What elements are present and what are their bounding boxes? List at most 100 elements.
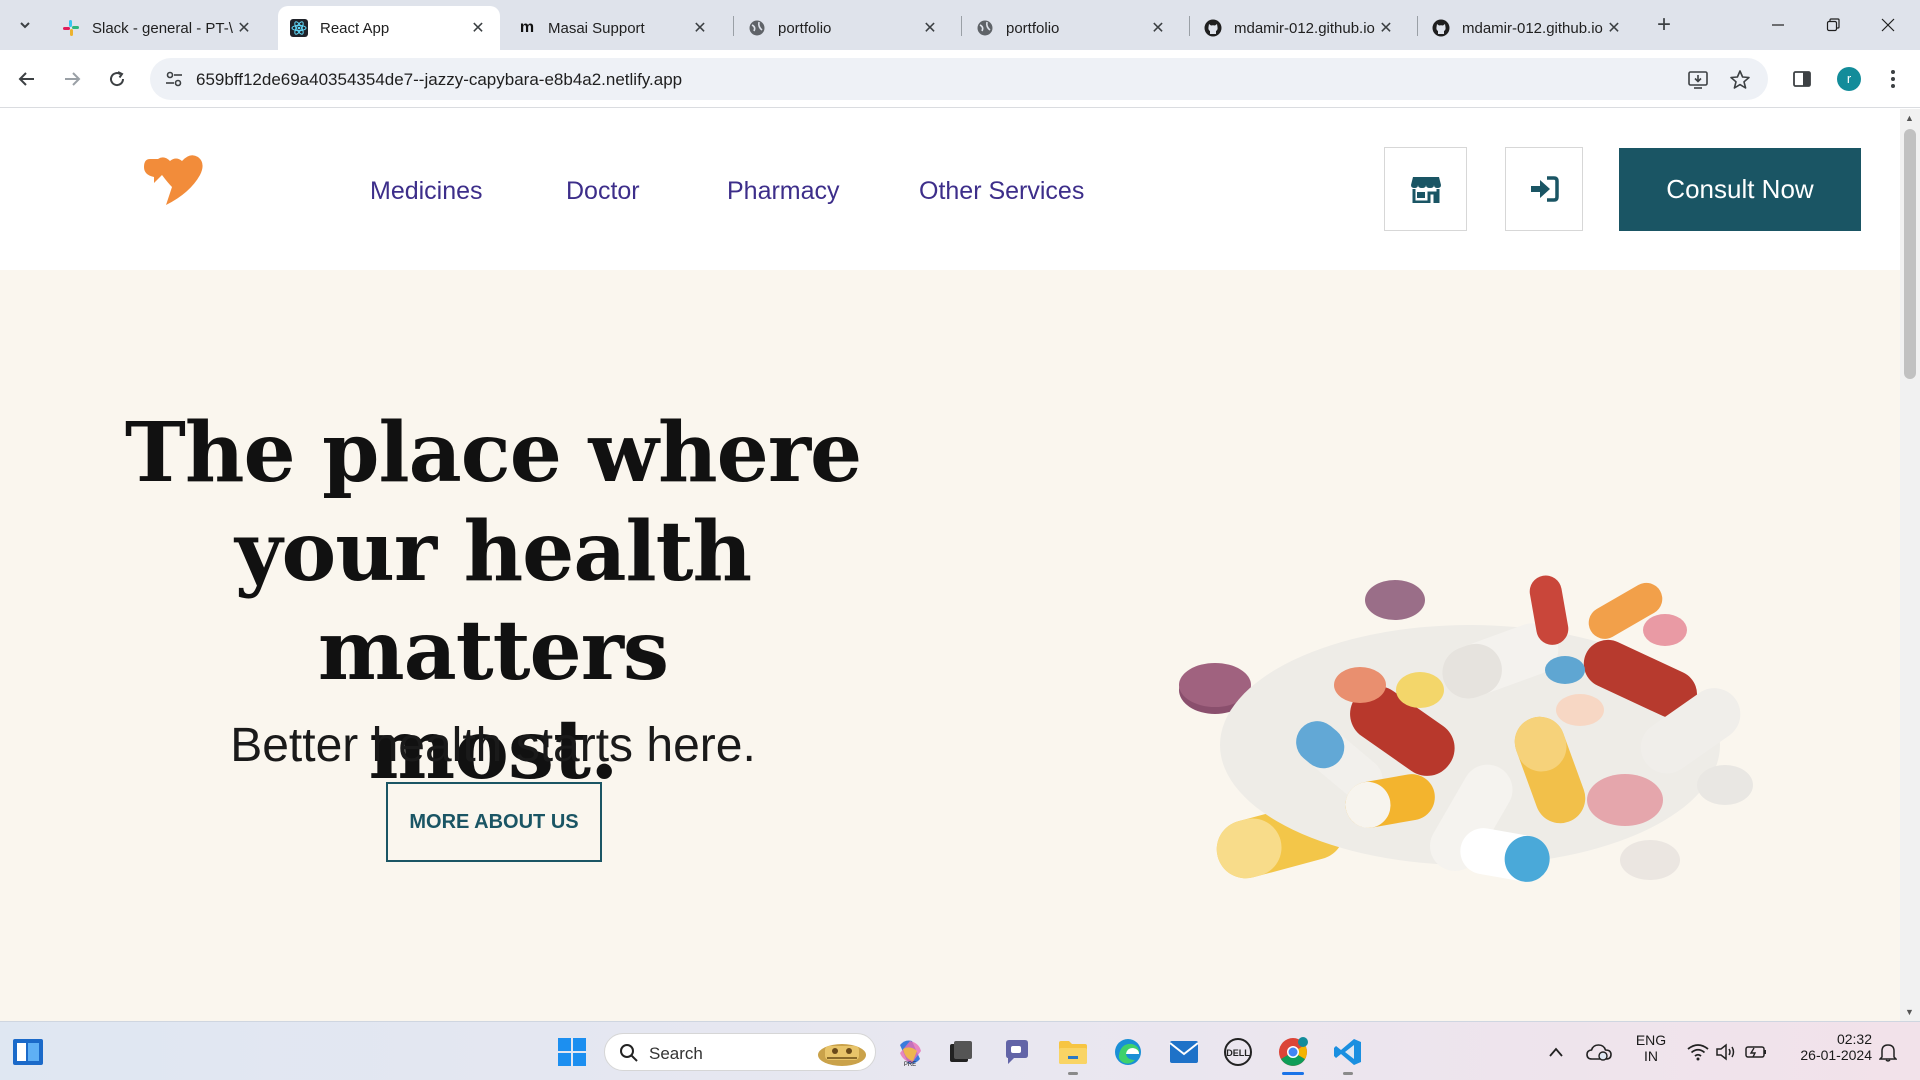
browser-tab-github-2[interactable]: mdamir-012.github.io ✕ xyxy=(1420,6,1636,50)
browser-tab-portfolio-2[interactable]: portfolio ✕ xyxy=(964,6,1180,50)
store-icon xyxy=(1410,177,1441,203)
nav-link-pharmacy[interactable]: Pharmacy xyxy=(727,177,840,206)
copilot-icon: PRE xyxy=(900,1040,921,1067)
windows-logo-icon xyxy=(558,1038,586,1066)
tab-title: mdamir-012.github.io xyxy=(1462,19,1603,37)
scroll-down-arrow-icon[interactable]: ▼ xyxy=(1905,1007,1914,1017)
dell-button[interactable]: DELL xyxy=(1220,1034,1256,1070)
github-icon xyxy=(1432,19,1450,37)
close-icon[interactable]: ✕ xyxy=(468,18,488,38)
nav-link-other-services[interactable]: Other Services xyxy=(919,177,1084,206)
widgets-button[interactable] xyxy=(10,1034,46,1070)
vscode-icon xyxy=(1334,1039,1361,1065)
tab-search-button[interactable] xyxy=(10,10,40,40)
onedrive-button[interactable] xyxy=(1584,1034,1614,1070)
scrollbar-thumb[interactable] xyxy=(1904,129,1916,379)
more-about-us-button[interactable]: MORE ABOUT US xyxy=(386,782,602,862)
close-icon[interactable]: ✕ xyxy=(1604,18,1624,38)
tab-title: mdamir-012.github.io xyxy=(1234,19,1375,37)
region-code: IN xyxy=(1644,1048,1658,1064)
reload-button[interactable] xyxy=(102,64,132,94)
taskbar-search-box[interactable]: Search xyxy=(604,1033,876,1071)
edge-button[interactable] xyxy=(1110,1034,1146,1070)
browser-menu-button[interactable] xyxy=(1878,64,1908,94)
url-text[interactable]: 659bff12de69a40354354de7--jazzy-capybara… xyxy=(196,70,682,90)
hero-title-line: your health matters xyxy=(234,504,752,699)
browser-tab-react-app[interactable]: React App ✕ xyxy=(278,6,500,50)
browser-tab-github[interactable]: mdamir-012.github.io ✕ xyxy=(1192,6,1408,50)
wifi-status[interactable] xyxy=(1686,1034,1710,1070)
browser-tab-masai[interactable]: m Masai Support ✕ xyxy=(506,6,722,50)
browser-tab-slack[interactable]: Slack - general - PT-\ ✕ xyxy=(50,6,266,50)
bookmark-star-icon[interactable] xyxy=(1728,68,1752,92)
copilot-button[interactable]: PRE xyxy=(892,1034,928,1070)
browser-tab-portfolio[interactable]: portfolio ✕ xyxy=(736,6,952,50)
minimize-button[interactable] xyxy=(1758,10,1798,40)
teams-chat-icon xyxy=(1006,1040,1028,1064)
login-button[interactable] xyxy=(1505,147,1583,231)
heart-logo[interactable] xyxy=(142,153,208,213)
close-icon[interactable]: ✕ xyxy=(1148,18,1168,38)
close-window-button[interactable] xyxy=(1868,10,1908,40)
scroll-up-arrow-icon[interactable]: ▲ xyxy=(1905,113,1914,123)
close-icon[interactable]: ✕ xyxy=(920,18,940,38)
site-info-icon[interactable] xyxy=(164,69,184,89)
side-panel-button[interactable] xyxy=(1787,64,1817,94)
hero-title-line: The place where xyxy=(124,405,862,501)
chrome-button[interactable] xyxy=(1275,1034,1311,1070)
cloud-sync-icon xyxy=(1586,1044,1612,1061)
chevron-down-icon xyxy=(20,22,30,29)
start-button[interactable] xyxy=(554,1034,590,1070)
close-icon[interactable]: ✕ xyxy=(234,18,254,38)
task-view-button[interactable] xyxy=(942,1034,978,1070)
nav-link-doctor[interactable]: Doctor xyxy=(566,177,640,206)
react-icon xyxy=(290,19,308,37)
tab-title: portfolio xyxy=(1006,19,1060,37)
install-app-icon[interactable] xyxy=(1686,68,1710,92)
clock[interactable]: 02:32 26-01-2024 xyxy=(1782,1031,1872,1063)
close-icon[interactable]: ✕ xyxy=(690,18,710,38)
web-page: Medicines Doctor Pharmacy Other Services… xyxy=(0,109,1900,1021)
chevron-up-icon xyxy=(1549,1047,1563,1057)
vscode-button[interactable] xyxy=(1330,1034,1366,1070)
teams-button[interactable] xyxy=(999,1034,1035,1070)
store-button[interactable] xyxy=(1384,147,1467,231)
slack-icon xyxy=(62,19,80,37)
folder-icon xyxy=(1059,1041,1087,1064)
browser-tab-strip: Slack - general - PT-\ ✕ React App ✕ m M… xyxy=(0,0,1920,50)
battery-status[interactable] xyxy=(1744,1034,1768,1070)
language-indicator[interactable]: ENG IN xyxy=(1628,1032,1674,1064)
consult-now-button[interactable]: Consult Now xyxy=(1619,148,1861,231)
language-code: ENG xyxy=(1635,1032,1667,1048)
globe-icon xyxy=(976,19,994,37)
tab-title: Masai Support xyxy=(548,19,645,37)
running-indicator xyxy=(1343,1072,1353,1075)
file-explorer-button[interactable] xyxy=(1055,1034,1091,1070)
profile-avatar[interactable]: r xyxy=(1837,67,1861,91)
masai-icon: m xyxy=(519,19,535,36)
clock-date: 26-01-2024 xyxy=(1800,1047,1872,1063)
page-scrollbar[interactable]: ▲ ▼ xyxy=(1900,109,1920,1021)
back-button[interactable] xyxy=(12,64,42,94)
close-icon[interactable]: ✕ xyxy=(1376,18,1396,38)
clock-time: 02:32 xyxy=(1836,1031,1872,1047)
running-indicator xyxy=(1282,1072,1304,1075)
running-indicator xyxy=(1068,1072,1078,1075)
mail-button[interactable] xyxy=(1166,1034,1202,1070)
new-tab-button[interactable]: + xyxy=(1650,12,1678,40)
widgets-icon xyxy=(13,1039,43,1065)
arrow-right-icon xyxy=(65,72,81,86)
minimize-icon xyxy=(1772,24,1784,26)
speaker-icon xyxy=(1716,1043,1735,1061)
notifications-button[interactable] xyxy=(1876,1034,1900,1070)
nav-link-medicines[interactable]: Medicines xyxy=(370,177,483,206)
tab-separator xyxy=(733,16,734,36)
restore-button[interactable] xyxy=(1813,10,1853,40)
pills-image xyxy=(1179,575,1753,882)
show-hidden-icons-button[interactable] xyxy=(1544,1034,1568,1070)
address-bar[interactable]: 659bff12de69a40354354de7--jazzy-capybara… xyxy=(150,58,1768,100)
svg-text:DELL: DELL xyxy=(1226,1048,1250,1058)
task-view-icon xyxy=(950,1041,972,1062)
forward-button[interactable] xyxy=(57,64,87,94)
volume-status[interactable] xyxy=(1714,1034,1738,1070)
